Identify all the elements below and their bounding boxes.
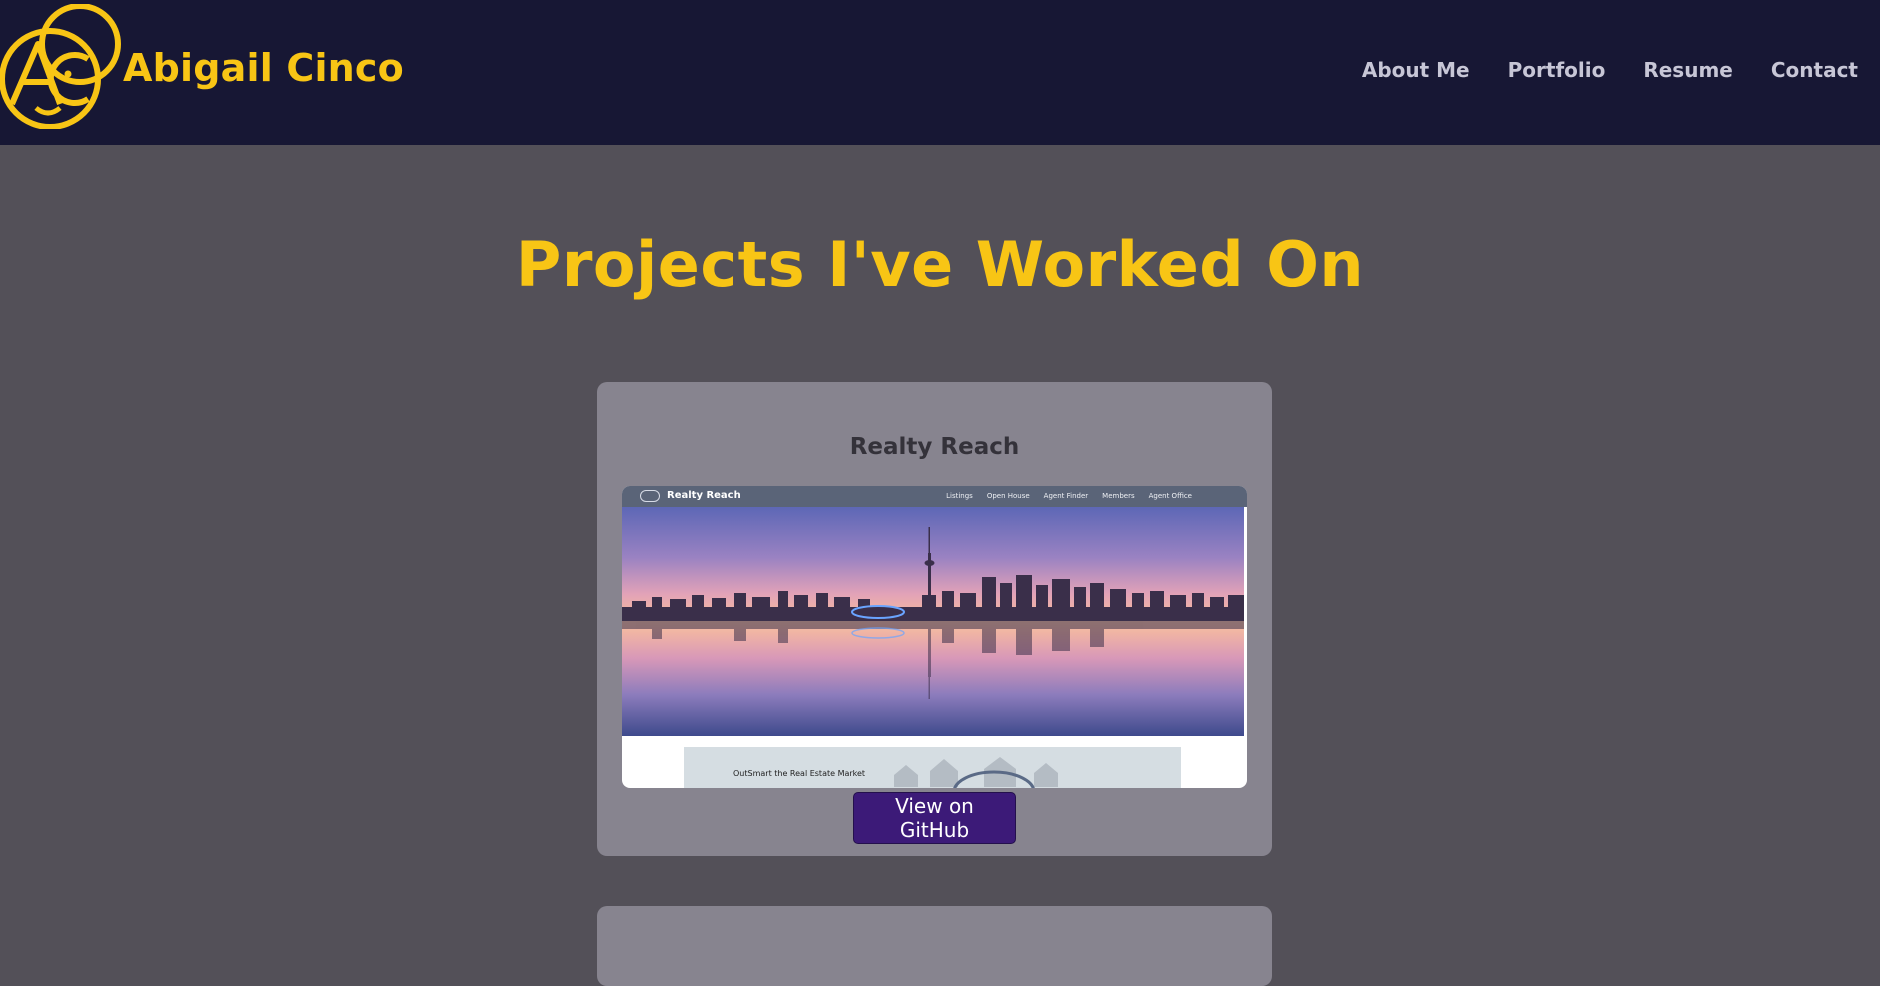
screenshot-brand: Realty Reach [667, 490, 741, 501]
screenshot-logo-icon [640, 490, 660, 502]
view-on-github-button[interactable]: View on GitHub [853, 792, 1016, 844]
screenshot-nav-item: Agent Office [1148, 492, 1192, 500]
project-card: Realty Reach Realty Reach Listings Open … [597, 382, 1272, 856]
nav-about-me[interactable]: About Me [1362, 58, 1470, 82]
main-nav: About Me Portfolio Resume Contact [1362, 58, 1858, 82]
project-screenshot: Realty Reach Listings Open House Agent F… [622, 486, 1247, 788]
nav-resume[interactable]: Resume [1643, 58, 1733, 82]
screenshot-banner: OutSmart the Real Estate Market [684, 747, 1181, 788]
logo-icon [0, 3, 121, 129]
project-card-next [597, 906, 1272, 986]
screenshot-nav-item: Open House [986, 492, 1030, 500]
screenshot-navbar: Realty Reach Listings Open House Agent F… [622, 486, 1247, 507]
page-title: Projects I've Worked On [515, 228, 1365, 301]
screenshot-banner-text: OutSmart the Real Estate Market [733, 769, 866, 778]
screenshot-nav-links: Listings Open House Agent Finder Members… [946, 492, 1192, 500]
site-header: Abigail Cinco About Me Portfolio Resume … [0, 0, 1880, 145]
brand[interactable]: Abigail Cinco [0, 3, 404, 129]
houses-illustration-icon [894, 757, 1058, 788]
screenshot-nav-item: Members [1102, 492, 1135, 500]
screenshot-nav-item: Listings [946, 492, 973, 500]
screenshot-nav-item: Agent Finder [1043, 492, 1089, 500]
nav-portfolio[interactable]: Portfolio [1508, 58, 1606, 82]
project-title: Realty Reach [849, 434, 1020, 460]
nav-contact[interactable]: Contact [1771, 58, 1858, 82]
city-skyline-image [622, 507, 1244, 736]
brand-name: Abigail Cinco [123, 46, 404, 90]
